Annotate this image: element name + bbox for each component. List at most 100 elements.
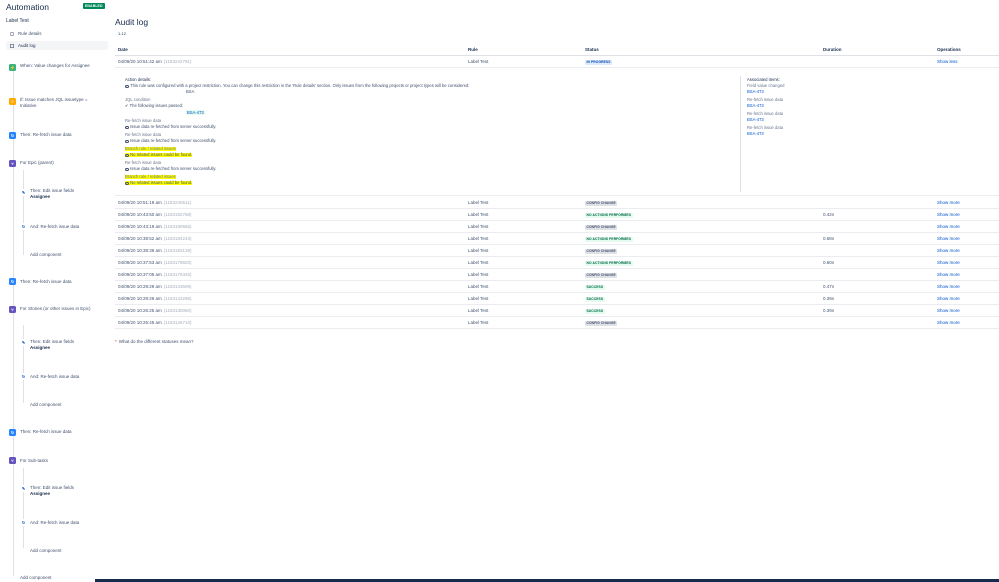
audit-log-icon — [10, 43, 14, 48]
row-duration: 0.39s — [823, 296, 835, 301]
status-badge: IN PROGRESS — [585, 59, 612, 65]
status-badge: CONFIG CHANGE — [585, 272, 618, 278]
associated-issue-link[interactable]: BSA-473 — [747, 103, 764, 108]
show-more-link[interactable]: Show more — [937, 272, 960, 277]
column-operations: Operations — [937, 47, 961, 52]
table-row: 04/09/20 10:51:18 am (1183240511) Label Te… — [115, 197, 999, 209]
show-more-link[interactable]: Show more — [937, 248, 960, 253]
associated-heading: Associated items: — [747, 77, 780, 82]
project-key: BSA — [186, 89, 195, 94]
associated-label: Re-fetch issue data — [747, 125, 784, 130]
step-refetch-msg: i Issue data re-fetched from server succe… — [125, 124, 217, 130]
component-trigger[interactable]: When: Value changes for Assignee — [20, 63, 108, 69]
show-more-link[interactable]: Show more — [937, 320, 960, 325]
component-branch-stories[interactable]: For Stories (or other issues in Epic) — [20, 306, 95, 312]
row-id: (1183240511) — [163, 200, 192, 205]
row-duration: 0.42s — [823, 212, 835, 217]
show-more-link[interactable]: Show more — [937, 308, 960, 313]
component-sub: Assignee — [30, 194, 51, 200]
rule-details-icon — [10, 31, 14, 36]
row-rule: Label Test — [468, 212, 489, 217]
row-date: 04/09/20 10:38:52 am (1183184243) — [118, 236, 192, 241]
show-more-link[interactable]: Show more — [937, 296, 960, 301]
show-more-link[interactable]: Show more — [937, 236, 960, 241]
status-badge: SUCCESS — [585, 308, 605, 314]
row-date: 04/09/20 10:26:25 am (1183130060) — [118, 308, 192, 313]
branch-line — [23, 170, 24, 255]
issue-link[interactable]: BSA-473 — [186, 110, 205, 115]
help-marker: * — [115, 339, 117, 344]
component-edit-stories[interactable]: Then: Edit issue fields Assignee — [30, 339, 74, 351]
step-branch-title: Branch rule / related issues — [125, 174, 176, 180]
branch-line — [23, 468, 24, 548]
table-row: 04/09/20 10:37:53 am (1183178820) Label Te… — [115, 257, 999, 269]
associated-issue-link[interactable]: BSA-473 — [747, 117, 764, 122]
associated-issue-link[interactable]: BSA-473 — [747, 131, 764, 136]
component-branch-subtasks[interactable]: For Sub-tasks — [20, 458, 48, 464]
component-label: Then: Edit issue fields — [30, 188, 75, 193]
rule-name: Label Test — [6, 18, 29, 24]
component-label: Then: Edit issue fields — [30, 485, 75, 490]
column-rule: Rule — [468, 47, 478, 52]
row-id: (1183143699) — [163, 284, 192, 289]
action-details-heading: Action details: — [125, 77, 152, 82]
show-more-link[interactable]: Show more — [937, 284, 960, 289]
sidebar-item-audit-log[interactable]: Audit log — [6, 41, 108, 50]
status-badge: NO ACTIONS PERFORMED — [585, 236, 633, 242]
row-id: (1183130060) — [163, 308, 192, 313]
show-more-link[interactable]: Show more — [937, 212, 960, 217]
row-date: 04/09/20 10:43:19 am (1183190566) — [118, 224, 192, 229]
component-refetch-stories[interactable]: And: Re-fetch issue data — [30, 374, 79, 380]
status-help[interactable]: * What do the different statuses mean? — [115, 339, 193, 344]
add-component-button[interactable]: Add component — [30, 548, 62, 553]
component-sub: Assignee — [30, 345, 51, 351]
row-rule: Label Test — [468, 320, 489, 325]
component-refetch-2[interactable]: Then: Re-fetch issue data — [20, 279, 72, 285]
row-id: (1183192758) — [163, 212, 192, 217]
row-rule: Label Test — [468, 59, 489, 64]
refetch-icon: ↻ — [9, 429, 16, 436]
component-refetch[interactable]: Then: Re-fetch issue data — [20, 132, 72, 138]
sidebar-item-rule-details[interactable]: Rule details — [6, 29, 108, 38]
show-more-link[interactable]: Show more — [937, 200, 960, 205]
add-component-button[interactable]: Add component — [30, 402, 62, 407]
row-rule: Label Test — [468, 308, 489, 313]
info-icon: i — [125, 153, 129, 158]
row-date: 04/09/20 10:51:42 am (1183242791) — [118, 59, 192, 64]
associated-issue-link[interactable]: BSA-473 — [747, 89, 764, 94]
component-edit-subtasks[interactable]: Then: Edit issue fields Assignee — [30, 485, 74, 497]
component-condition[interactable]: If: Issue matches JQL issuetype = Initia… — [20, 97, 90, 109]
row-id: (1183183139) — [163, 248, 192, 253]
row-duration: 0.60s — [823, 260, 835, 265]
table-row: 04/09/20 10:26:25 am (1183130060) Label Te… — [115, 305, 999, 317]
associated-label: Re-fetch issue data — [747, 111, 784, 116]
component-refetch-epic[interactable]: And: Re-fetch issue data — [30, 224, 79, 230]
associated-label: Field value changed — [747, 83, 785, 88]
status-badge: NO ACTIONS PERFORMED — [585, 212, 633, 218]
row-id: (1183184243) — [163, 236, 192, 241]
step-branch-msg: i No related issues could be found. — [125, 152, 193, 158]
show-more-link[interactable]: Show more — [937, 224, 960, 229]
component-refetch-subtasks[interactable]: And: Re-fetch issue data — [30, 520, 79, 526]
show-less-link[interactable]: Show less — [937, 59, 958, 64]
sidebar-item-label: Audit log — [18, 43, 36, 48]
row-date: 04/09/20 10:37:05 am (1183176345) — [118, 272, 192, 277]
component-branch-epic[interactable]: For Epic (parent) — [20, 160, 54, 166]
edit-icon: ✎ — [20, 339, 27, 346]
issues-passed: ✔ The following issues passed: — [125, 103, 184, 108]
table-row: 04/09/20 10:38:52 am (1183184243) Label Te… — [115, 233, 999, 245]
step-branch-msg: i No related issues could be found. — [125, 180, 193, 186]
component-sub: Assignee — [30, 491, 51, 497]
step-refetch-msg: i Issue data re-fetched from server succe… — [125, 138, 217, 144]
results-range: 1-12 — [118, 31, 127, 36]
add-component-button[interactable]: Add component — [30, 252, 62, 257]
component-edit-epic[interactable]: Then: Edit issue fields Assignee — [30, 188, 74, 200]
show-more-link[interactable]: Show more — [937, 260, 960, 265]
row-rule: Label Test — [468, 284, 489, 289]
column-date: Date — [118, 47, 128, 52]
component-refetch-3[interactable]: Then: Re-fetch issue data — [20, 429, 72, 435]
add-component-button[interactable]: Add component — [20, 575, 52, 580]
row-duration: 0.68s — [823, 236, 835, 241]
details-divider — [740, 76, 741, 192]
branch-line — [23, 325, 24, 403]
